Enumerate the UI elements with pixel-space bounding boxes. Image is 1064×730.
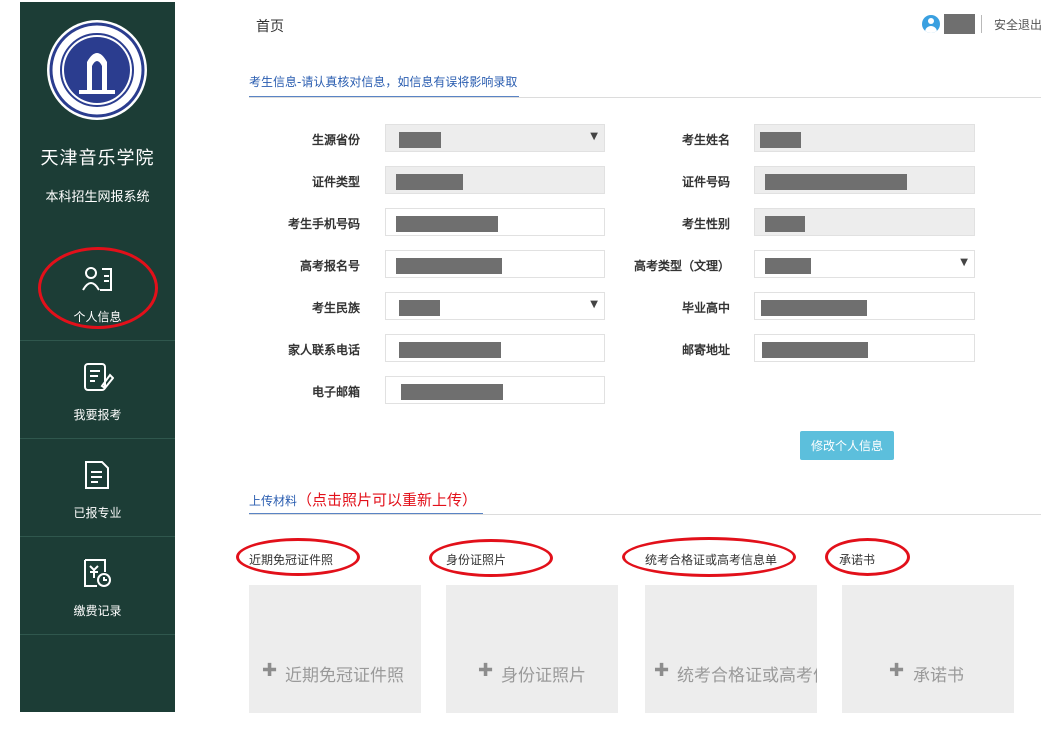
tab-upload[interactable]: 上传材料（点击照片可以重新上传） bbox=[249, 489, 477, 510]
tab-upload-label: 上传材料 bbox=[249, 494, 298, 508]
high-school-input[interactable] bbox=[754, 292, 975, 320]
modify-info-button[interactable]: 修改个人信息 bbox=[800, 431, 894, 460]
chevron-down-icon: ▼ bbox=[590, 299, 598, 310]
logout-link[interactable]: 安全退出 bbox=[994, 16, 1042, 33]
tab-divider bbox=[249, 97, 1041, 98]
sidebar-item-label: 我要报考 bbox=[73, 408, 122, 422]
breadcrumb[interactable]: 首页 bbox=[256, 16, 284, 36]
exam-type-select[interactable]: ▼ bbox=[754, 250, 975, 278]
edit-form-icon bbox=[84, 363, 114, 391]
upload-title-pledge: 承诺书 bbox=[839, 553, 876, 567]
upload-photo-box[interactable]: ✚ 近期免冠证件照 bbox=[249, 585, 421, 713]
checklist-icon bbox=[85, 461, 109, 489]
sidebar-item-payment-records[interactable]: 缴费记录 bbox=[20, 536, 175, 635]
sidebar-item-applied-majors[interactable]: 已报专业 bbox=[20, 438, 175, 537]
id-card-icon bbox=[82, 267, 112, 291]
email-label: 电子邮箱 bbox=[311, 385, 360, 399]
sidebar: 天津音乐学院 本科招生网报系统 个人信息 我要报考 已报专业 缴费记录 bbox=[20, 2, 175, 712]
mail-address-label: 邮寄地址 bbox=[681, 343, 730, 357]
high-school-label: 毕业高中 bbox=[681, 301, 730, 315]
phone-label: 考生手机号码 bbox=[287, 217, 360, 231]
mail-address-input[interactable] bbox=[754, 334, 975, 362]
exam-reg-label: 高考报名号 bbox=[299, 259, 360, 273]
chevron-down-icon: ▼ bbox=[590, 131, 598, 142]
province-select[interactable]: ▼ bbox=[385, 124, 605, 152]
exam-reg-input[interactable] bbox=[385, 250, 605, 278]
user-name-redacted bbox=[943, 14, 975, 34]
sidebar-item-label: 个人信息 bbox=[73, 310, 122, 324]
upload-pledge-box[interactable]: ✚ 承诺书 bbox=[842, 585, 1014, 713]
sidebar-item-label: 缴费记录 bbox=[73, 604, 122, 618]
payment-icon bbox=[84, 559, 111, 587]
gender-label: 考生性别 bbox=[681, 217, 730, 231]
ethnicity-label: 考生民族 bbox=[311, 301, 360, 315]
divider bbox=[980, 15, 982, 33]
upload-certificate-box[interactable]: ✚ 统考合格证或高考信息单 bbox=[645, 585, 817, 713]
plus-icon: ✚ bbox=[478, 660, 494, 681]
chevron-down-icon: ▼ bbox=[960, 257, 968, 268]
upload-title-photo: 近期免冠证件照 bbox=[249, 553, 334, 567]
name-field bbox=[754, 124, 975, 152]
user-avatar-icon bbox=[921, 15, 940, 33]
ethnicity-select[interactable]: ▼ bbox=[385, 292, 605, 320]
system-name: 本科招生网报系统 bbox=[45, 190, 150, 205]
plus-icon: ✚ bbox=[889, 660, 905, 681]
plus-icon: ✚ bbox=[654, 660, 670, 681]
province-label: 生源省份 bbox=[311, 133, 360, 147]
family-phone-label: 家人联系电话 bbox=[287, 343, 360, 357]
sidebar-item-apply[interactable]: 我要报考 bbox=[20, 340, 175, 439]
upload-id-card-box[interactable]: ✚ 身份证照片 bbox=[446, 585, 618, 713]
exam-type-label: 高考类型（文理） bbox=[633, 259, 730, 273]
user-bar: 安全退出 bbox=[921, 14, 1042, 34]
upload-note: （点击照片可以重新上传） bbox=[297, 491, 478, 509]
upload-title-id-card: 身份证照片 bbox=[446, 553, 507, 567]
email-input[interactable] bbox=[385, 376, 605, 404]
gender-field bbox=[754, 208, 975, 236]
school-name: 天津音乐学院 bbox=[40, 148, 155, 169]
sidebar-item-personal-info[interactable]: 个人信息 bbox=[20, 242, 175, 341]
id-number-field bbox=[754, 166, 975, 194]
family-phone-input[interactable] bbox=[385, 334, 605, 362]
id-type-label: 证件类型 bbox=[311, 175, 360, 189]
plus-icon: ✚ bbox=[262, 660, 278, 681]
school-logo bbox=[47, 20, 147, 120]
upload-title-certificate: 统考合格证或高考信息单 bbox=[645, 553, 778, 567]
phone-input[interactable] bbox=[385, 208, 605, 236]
tab-candidate-info[interactable]: 考生信息-请认真核对信息，如信息有误将影响录取 bbox=[249, 73, 517, 90]
id-type-field bbox=[385, 166, 605, 194]
tab-divider bbox=[249, 514, 1041, 515]
sidebar-item-label: 已报专业 bbox=[73, 506, 122, 520]
id-number-label: 证件号码 bbox=[681, 175, 730, 189]
name-label: 考生姓名 bbox=[681, 133, 730, 147]
